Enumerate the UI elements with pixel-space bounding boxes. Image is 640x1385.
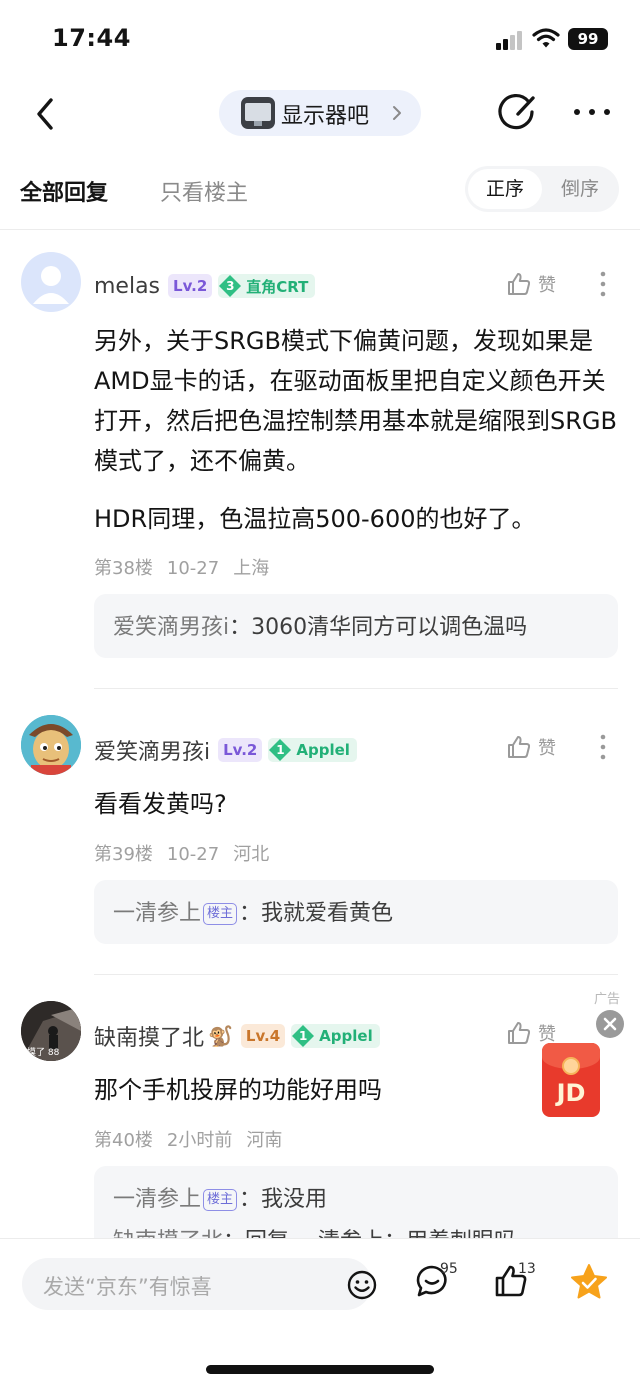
tab-host-only[interactable]: 只看楼主 <box>160 175 248 207</box>
post-date: 10-27 <box>166 844 220 865</box>
chevron-right-icon <box>393 106 401 120</box>
post-meta: 第39楼 10-27 河北 <box>94 840 283 866</box>
floor-number: 第38楼 <box>94 558 153 579</box>
reply-author[interactable]: 一清参上 <box>113 901 201 926</box>
reply-author[interactable]: 爱笑滴男孩i <box>113 615 229 640</box>
author-name[interactable]: melas <box>94 274 160 299</box>
reply-text: ：我没用 <box>239 1187 328 1212</box>
sort-toggle: 正序 倒序 <box>465 166 619 212</box>
author-name[interactable]: 爱笑滴男孩i <box>94 734 210 766</box>
honor-badge: 1 Applel <box>268 738 357 762</box>
sub-reply: 爱笑滴男孩i：3060清华同方可以调色温吗 <box>113 609 527 641</box>
post-content: HDR同理，色温拉高500-600的也好了。 <box>94 505 536 533</box>
coin-icon <box>562 1057 580 1075</box>
forum-avatar <box>241 97 275 129</box>
floor-number: 第39楼 <box>94 844 153 865</box>
post-location: 河北 <box>233 844 270 865</box>
sub-reply: 缺南摸了北：回复 一清参上：用着刺眼吗 <box>113 1223 516 1238</box>
reply-text: ：3060清华同方可以调色温吗 <box>229 615 528 640</box>
emoji-icon[interactable] <box>347 1270 377 1300</box>
floor-number: 第40楼 <box>94 1130 153 1151</box>
sub-reply: 一清参上 楼主 ：我没用 <box>113 1181 327 1213</box>
red-packet-ad[interactable]: JD <box>542 1043 600 1117</box>
post-content: 另外，关于SRGB模式下偏黄问题，发现如果是AMD显卡的话，在驱动面板里把自定义… <box>94 327 617 475</box>
avatar[interactable] <box>21 252 81 312</box>
ad-brand: JD <box>556 1079 586 1107</box>
host-tag: 楼主 <box>203 1189 238 1211</box>
thumbs-up-icon <box>508 1022 531 1044</box>
author-name[interactable]: 缺南摸了北 <box>94 1020 204 1052</box>
post-meta: 第38楼 10-27 上海 <box>94 554 283 580</box>
battery-indicator: 99 <box>568 28 608 50</box>
author-line: melas Lv.2 3 直角CRT <box>94 271 316 301</box>
like-count: 13 <box>518 1261 536 1277</box>
divider <box>94 974 618 975</box>
post-location: 河南 <box>246 1130 283 1151</box>
favorite-star-icon[interactable] <box>570 1263 608 1301</box>
sort-ascending-button[interactable]: 正序 <box>468 169 542 209</box>
author-line: 缺南摸了北 🐒 Lv.4 1 Applel <box>94 1021 380 1051</box>
post-menu-icon[interactable] <box>598 733 608 761</box>
host-tag: 楼主 <box>203 903 238 925</box>
post-location: 上海 <box>233 558 270 579</box>
sub-replies[interactable]: 一清参上 楼主 ：我就爱看黄色 <box>94 880 618 944</box>
honor-badge: 3 直角CRT <box>218 274 316 298</box>
sort-descending-button[interactable]: 倒序 <box>543 169 617 209</box>
like-button[interactable]: 赞 <box>506 269 556 299</box>
comment-input[interactable]: 发送“京东”有惊喜 <box>22 1258 377 1310</box>
like-button[interactable]: 赞 <box>506 732 556 762</box>
author-line: 爱笑滴男孩i Lv.2 1 Applel <box>94 735 357 765</box>
reply-author[interactable]: 一清参上 <box>113 1187 201 1212</box>
avatar[interactable]: 摸了 88 <box>21 1001 81 1061</box>
comment-placeholder: 发送“京东”有惊喜 <box>43 1275 212 1299</box>
nav-bar: 显示器吧 <box>0 86 640 142</box>
level-badge: Lv.2 <box>168 274 213 298</box>
more-options-icon[interactable] <box>572 104 612 120</box>
cellular-signal-icon <box>496 31 522 50</box>
edit-icon[interactable] <box>498 92 538 132</box>
forum-link[interactable]: 显示器吧 <box>219 90 421 136</box>
divider <box>94 688 618 689</box>
level-badge: Lv.2 <box>218 738 263 762</box>
wifi-icon <box>532 28 560 48</box>
honor-badge: 1 Applel <box>291 1024 380 1048</box>
status-bar: 17:44 99 <box>0 0 640 80</box>
tab-all-replies[interactable]: 全部回复 <box>20 175 108 207</box>
bottom-action-bar: 发送“京东”有惊喜 95 13 <box>0 1238 640 1385</box>
sub-reply: 一清参上 楼主 ：我就爱看黄色 <box>113 895 393 927</box>
post-content: 看看发黄吗? <box>94 790 227 818</box>
sub-replies[interactable]: 爱笑滴男孩i：3060清华同方可以调色温吗 <box>94 594 618 658</box>
back-arrow-icon[interactable] <box>30 94 64 134</box>
ad-close-button[interactable] <box>596 1010 624 1038</box>
ad-label: 广告 <box>594 992 621 1007</box>
post-content: 那个手机投屏的功能好用吗 <box>94 1076 382 1104</box>
post-date: 10-27 <box>166 558 220 579</box>
level-badge: Lv.4 <box>240 1024 286 1048</box>
post-meta: 第40楼 2小时前 河南 <box>94 1126 296 1152</box>
reply-filter-tabs: 全部回复 只看楼主 正序 倒序 <box>0 165 640 217</box>
monkey-emoji-icon: 🐒 <box>208 1024 233 1048</box>
avatar[interactable] <box>21 715 81 775</box>
reply-text: ：我就爱看黄色 <box>239 901 394 926</box>
close-icon <box>603 1017 617 1031</box>
avatar-caption: 摸了 88 <box>27 1048 60 1058</box>
post-date: 2小时前 <box>166 1130 233 1151</box>
home-indicator <box>206 1365 434 1374</box>
forum-name: 显示器吧 <box>281 104 370 129</box>
sub-replies[interactable]: 一清参上楼主：我没用 缺南摸了北：回复 一清参上：用着刺眼吗 <box>94 1166 618 1238</box>
post-menu-icon[interactable] <box>598 270 608 298</box>
comment-count: 95 <box>440 1261 458 1277</box>
reply-author[interactable]: 缺南摸了北 <box>113 1229 223 1238</box>
thumbs-up-icon <box>508 736 531 758</box>
reply-text: ：回复 一清参上：用着刺眼吗 <box>223 1229 516 1238</box>
thumbs-up-icon <box>508 273 531 295</box>
status-time: 17:44 <box>52 24 131 52</box>
